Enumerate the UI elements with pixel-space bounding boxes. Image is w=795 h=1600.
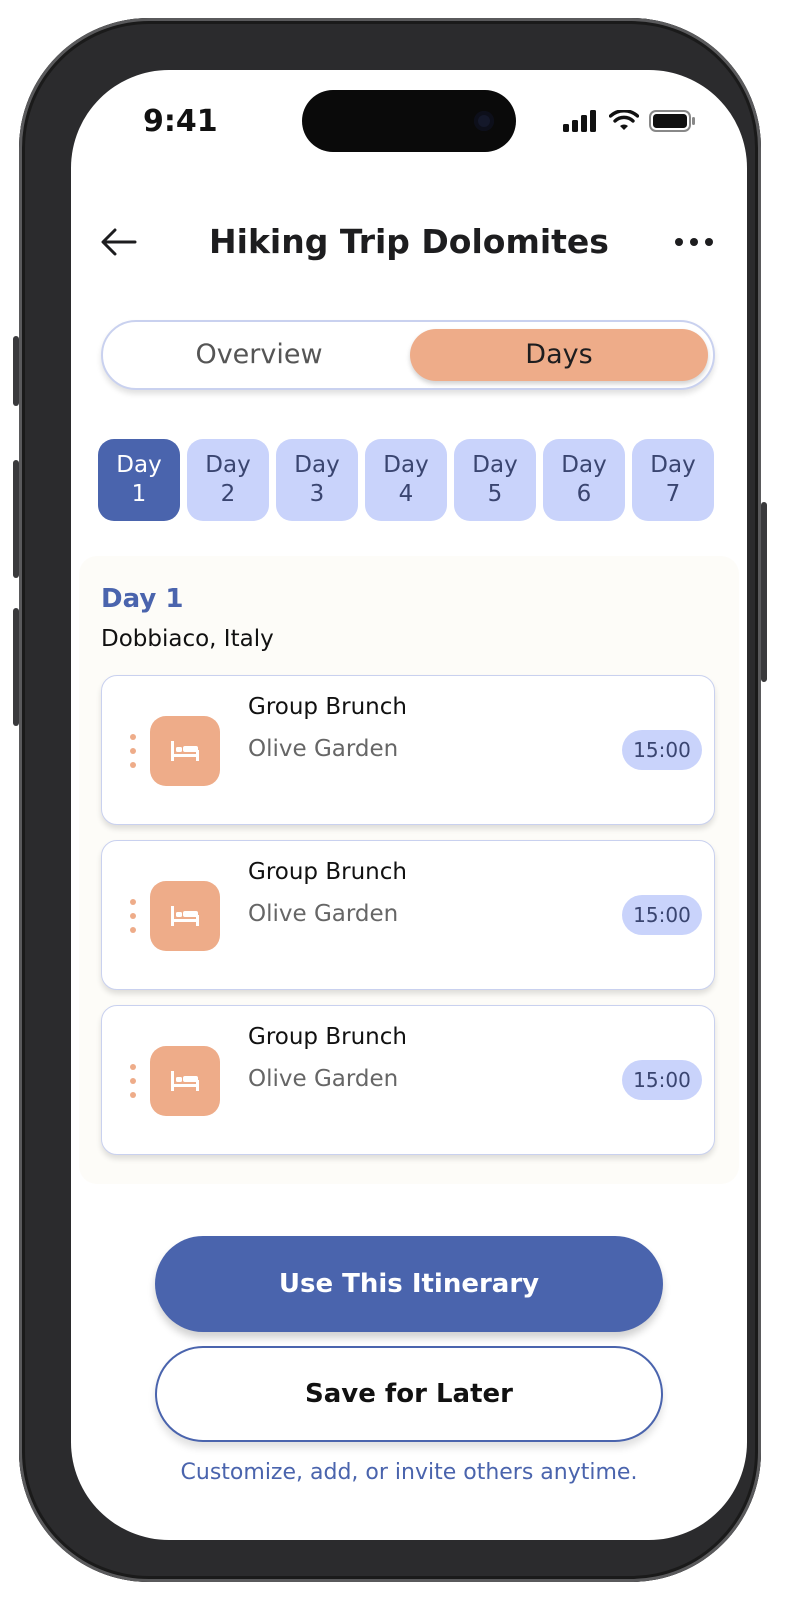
day-chip-number: 4: [398, 481, 414, 507]
day-chip-label: Day: [383, 452, 429, 478]
camera-icon: [474, 111, 494, 131]
activity-place: Olive Garden: [248, 901, 399, 927]
use-itinerary-button[interactable]: Use This Itinerary: [155, 1236, 663, 1332]
phone-frame: 9:41 Hiking Trip Dolomites Overview Days…: [13, 18, 767, 1582]
wifi-icon: [609, 110, 639, 130]
day-heading: Day 1: [101, 584, 184, 614]
day-chip-label: Day: [116, 452, 162, 478]
activity-place: Olive Garden: [248, 736, 399, 762]
volume-up-button: [13, 460, 19, 578]
activity-title: Group Brunch: [248, 1024, 407, 1050]
bed-icon: [150, 881, 220, 951]
activity-card[interactable]: Group Brunch Olive Garden 15:00: [101, 840, 715, 990]
activity-title: Group Brunch: [248, 694, 407, 720]
activity-card[interactable]: Group Brunch Olive Garden 15:00: [101, 1005, 715, 1155]
volume-down-button: [13, 608, 19, 726]
save-for-later-button[interactable]: Save for Later: [155, 1346, 663, 1442]
day-chip-2[interactable]: Day 2: [187, 439, 269, 521]
activity-card[interactable]: Group Brunch Olive Garden 15:00: [101, 675, 715, 825]
day-chip-number: 5: [487, 481, 503, 507]
day-chip-7[interactable]: Day 7: [632, 439, 714, 521]
status-time: 9:41: [143, 104, 218, 139]
page-title: Hiking Trip Dolomites: [209, 222, 609, 261]
more-options-icon[interactable]: [675, 230, 719, 254]
day-chip-label: Day: [472, 452, 518, 478]
drag-handle-icon[interactable]: [130, 899, 136, 933]
battery-icon: [649, 110, 695, 132]
bed-icon: [150, 716, 220, 786]
action-button: [13, 336, 19, 406]
view-segmented-control: Overview Days: [101, 320, 715, 390]
bed-icon: [150, 1046, 220, 1116]
day-chip-number: 7: [665, 481, 681, 507]
activity-time-badge: 15:00: [622, 730, 702, 770]
day-chip-number: 6: [576, 481, 592, 507]
day-selector: Day 1 Day 2 Day 3 Day 4 Day 5 Day 6 Day 7: [98, 439, 714, 521]
day-chip-1[interactable]: Day 1: [98, 439, 180, 521]
signal-icon: [563, 110, 596, 132]
drag-handle-icon[interactable]: [130, 734, 136, 768]
tab-days[interactable]: Days: [410, 329, 708, 381]
day-chip-number: 1: [131, 481, 147, 507]
power-button: [761, 502, 767, 682]
day-chip-number: 2: [220, 481, 236, 507]
dynamic-island: [302, 90, 516, 152]
day-chip-label: Day: [650, 452, 696, 478]
drag-handle-icon[interactable]: [130, 1064, 136, 1098]
helper-text: Customize, add, or invite others anytime…: [180, 1460, 638, 1485]
day-chip-6[interactable]: Day 6: [543, 439, 625, 521]
activity-time-badge: 15:00: [622, 1060, 702, 1100]
day-chip-number: 3: [309, 481, 325, 507]
day-chip-3[interactable]: Day 3: [276, 439, 358, 521]
activity-title: Group Brunch: [248, 859, 407, 885]
day-chip-label: Day: [561, 452, 607, 478]
day-chip-label: Day: [205, 452, 251, 478]
activity-time-badge: 15:00: [622, 895, 702, 935]
day-chip-label: Day: [294, 452, 340, 478]
day-chip-5[interactable]: Day 5: [454, 439, 536, 521]
status-icons: [563, 110, 695, 132]
activity-place: Olive Garden: [248, 1066, 399, 1092]
day-location: Dobbiaco, Italy: [101, 626, 274, 652]
screen: 9:41 Hiking Trip Dolomites Overview Days…: [71, 70, 747, 1540]
tab-overview[interactable]: Overview: [111, 329, 407, 381]
day-chip-4[interactable]: Day 4: [365, 439, 447, 521]
